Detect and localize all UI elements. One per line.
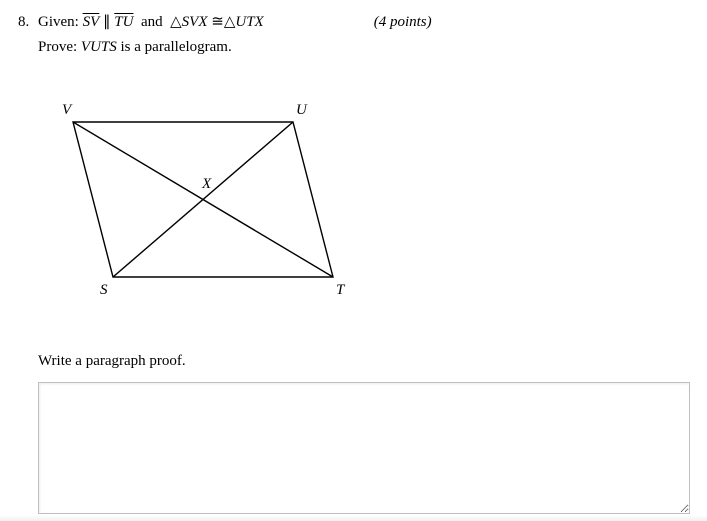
answer-area — [38, 382, 689, 519]
prove-quad: VUTS — [81, 39, 117, 55]
segment-tu: TU — [114, 14, 133, 30]
vertex-x-label: X — [201, 176, 212, 192]
proof-textarea[interactable] — [38, 382, 690, 514]
problem-number: 8. — [18, 14, 38, 31]
instruction-text: Write a paragraph proof. — [38, 353, 689, 370]
given-row: 8. Given: SV ∥ TU and △SVX ≅△UTX (4 poin… — [18, 12, 689, 31]
vertex-u-label: U — [296, 102, 308, 118]
parallelogram-figure: V U S T X — [38, 92, 689, 307]
prove-rest: is a parallelogram. — [121, 39, 232, 55]
vertex-s-label: S — [100, 282, 108, 298]
triangle-symbol-2: △ — [224, 14, 236, 30]
segment-sv: SV — [83, 14, 100, 30]
page: 8. Given: SV ∥ TU and △SVX ≅△UTX (4 poin… — [0, 0, 707, 521]
prove-label: Prove: — [38, 39, 77, 55]
bottom-shadow — [0, 515, 707, 521]
vertex-t-label: T — [336, 282, 346, 298]
figure-svg: V U S T X — [38, 92, 358, 302]
vertex-v-label: V — [62, 102, 73, 118]
triangle-utx: UTX — [235, 14, 263, 30]
and-word: and — [141, 14, 163, 30]
given-statement: Given: SV ∥ TU and △SVX ≅△UTX — [38, 12, 264, 31]
triangle-svx: SVX — [182, 14, 208, 30]
parallel-symbol: ∥ — [103, 14, 111, 30]
congruent-symbol: ≅ — [211, 14, 224, 30]
prove-row: Prove: VUTS is a parallelogram. — [38, 39, 689, 56]
triangle-symbol-1: △ — [170, 14, 182, 30]
given-label: Given: — [38, 14, 79, 30]
points-label: (4 points) — [374, 14, 432, 31]
